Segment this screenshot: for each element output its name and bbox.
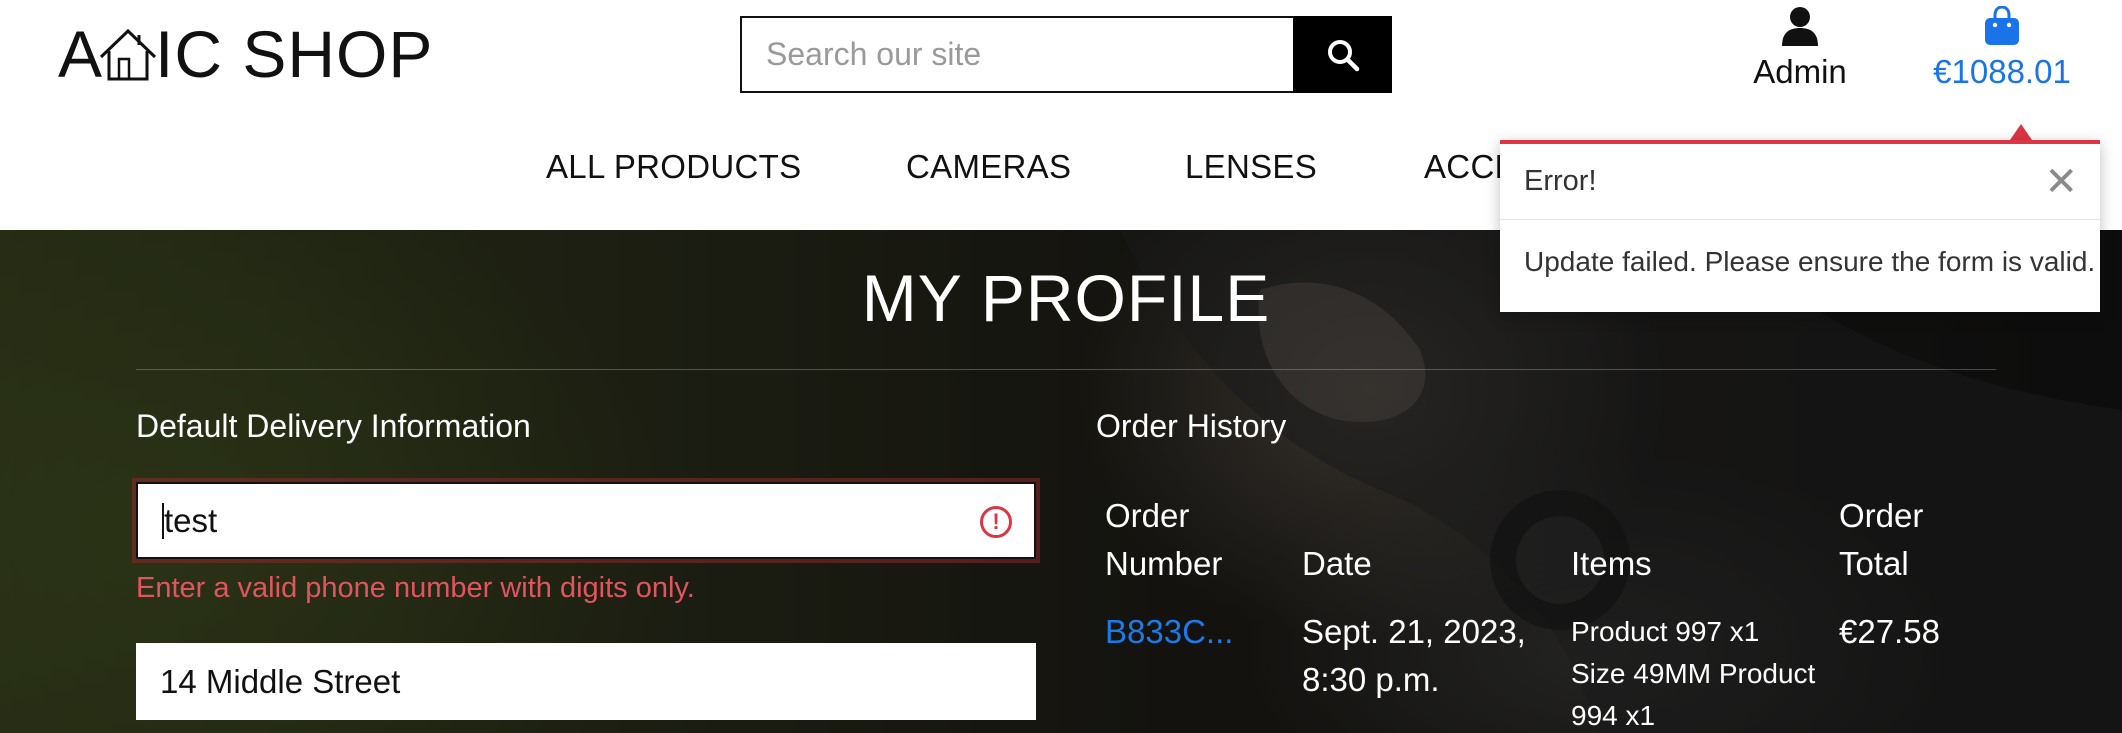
toast-title: Error!	[1524, 165, 1597, 197]
search-icon	[1327, 39, 1359, 71]
column-order-total-line1: Order	[1839, 497, 1924, 534]
delivery-heading: Default Delivery Information	[136, 408, 531, 444]
shopping-bag-icon	[1985, 5, 2019, 45]
nav-lenses[interactable]: LENSES	[1185, 148, 1317, 186]
order-items: Product 997 x1 Size 49MM Product 994 x1	[1571, 611, 1815, 733]
error-toast: Error! ✕ Update failed. Please ensure th…	[1500, 140, 2100, 312]
column-order-number: Order Number	[1105, 492, 1222, 588]
order-items-line2: Size 49MM Product	[1571, 658, 1816, 689]
close-icon[interactable]: ✕	[2044, 162, 2078, 202]
account-label: Admin	[1753, 53, 1847, 90]
order-date-line2: 8:30 p.m.	[1302, 661, 1440, 698]
order-number: B833C...	[1105, 613, 1234, 650]
phone-number-field[interactable]: test !	[136, 482, 1036, 559]
order-items-line3: 994 x1	[1571, 700, 1656, 731]
order-date: Sept. 21, 2023, 8:30 p.m.	[1302, 608, 1526, 704]
order-date-line1: Sept. 21, 2023,	[1302, 613, 1526, 650]
phone-number-value: test	[164, 501, 218, 539]
toast-message: Update failed. Please ensure the form is…	[1524, 246, 2096, 277]
column-order-total-line2: Total	[1839, 545, 1909, 582]
account-link[interactable]: Admin	[1740, 6, 1860, 91]
nav-all-products[interactable]: ALL PRODUCTS	[546, 148, 801, 186]
logo-text-end: IC SHOP	[155, 17, 434, 91]
cart-link[interactable]: €1088.01	[1924, 5, 2080, 91]
order-items-line1: Product 997 x1	[1571, 616, 1760, 647]
column-order-total: Order Total	[1839, 492, 1923, 588]
cart-total: €1088.01	[1933, 53, 2071, 90]
phone-error-message: Enter a valid phone number with digits o…	[136, 572, 695, 604]
column-order-number-line1: Order	[1105, 497, 1190, 534]
column-date: Date	[1302, 545, 1372, 582]
search-form	[740, 16, 1392, 93]
order-number-link[interactable]: B833C...	[1105, 608, 1233, 656]
nav-cameras[interactable]: CAMERAS	[906, 148, 1071, 186]
column-items: Items	[1571, 545, 1652, 582]
toast-arrow	[2010, 124, 2032, 140]
house-logo-icon	[99, 28, 157, 81]
error-icon: !	[980, 506, 1012, 538]
street-address-field[interactable]: 14 Middle Street	[136, 643, 1036, 720]
site-logo[interactable]: A IC SHOP	[58, 14, 433, 94]
order-history-heading: Order History	[1096, 408, 1287, 444]
title-divider	[136, 369, 1996, 370]
toast-header: Error! ✕	[1500, 144, 2100, 220]
column-order-number-line2: Number	[1105, 545, 1223, 582]
search-input[interactable]	[740, 16, 1293, 93]
street-address-value: 14 Middle Street	[160, 662, 401, 700]
search-button[interactable]	[1293, 16, 1392, 93]
order-total: €27.58	[1839, 613, 1940, 650]
user-icon	[1782, 7, 1818, 46]
